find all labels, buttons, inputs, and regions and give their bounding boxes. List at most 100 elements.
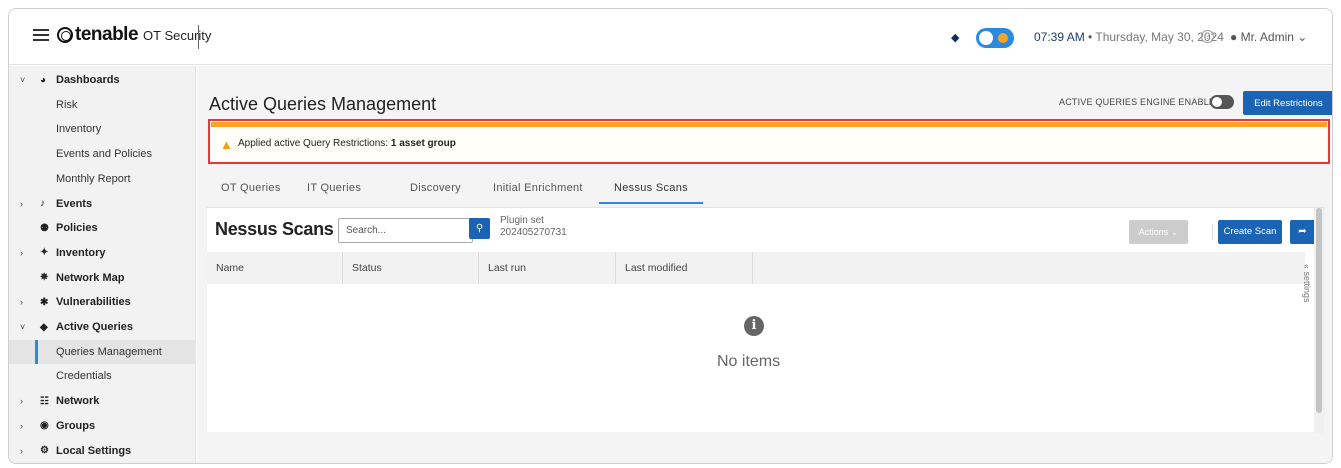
sidebar: ˅ ◕ Dashboards Risk Inventory Events and Poli…	[9, 66, 196, 463]
divider	[198, 25, 199, 49]
search-input[interactable]: Search...	[338, 218, 473, 243]
sidebar-item-credentials[interactable]: Credentials	[9, 364, 196, 388]
settings-icon: ⚙	[40, 445, 49, 456]
empty-state-text: No items	[717, 353, 781, 370]
plugin-set-label: Plugin set	[500, 215, 544, 226]
chevron-right-icon[interactable]: ›	[20, 297, 23, 307]
sidebar-item-label: Credentials	[56, 370, 112, 383]
export-icon[interactable]: ➦	[1290, 220, 1315, 244]
chevron-right-icon[interactable]: ›	[20, 248, 23, 258]
app-window: tenable OT Security ◆ 07:39 AM • Thursda…	[8, 8, 1333, 464]
sidebar-item-label: Inventory	[56, 246, 106, 259]
chevron-right-icon[interactable]: ›	[20, 199, 23, 209]
divider	[1212, 224, 1213, 240]
tab-it-queries[interactable]: IT Queries	[307, 174, 377, 204]
tab-discovery[interactable]: Discovery	[410, 174, 470, 204]
sidebar-item-local-settings[interactable]: › ⚙ Local Settings	[9, 439, 196, 463]
column-header-last-run[interactable]: Last run	[479, 252, 616, 284]
user-name: Mr. Admin	[1240, 30, 1294, 44]
chevron-right-icon[interactable]: ›	[20, 396, 23, 406]
sidebar-item-queries-management[interactable]: Queries Management	[9, 339, 196, 364]
chevron-right-icon[interactable]: ›	[20, 446, 23, 456]
tab-ot-queries[interactable]: OT Queries	[221, 174, 291, 204]
user-menu[interactable]: ● Mr. Admin ⌄	[1230, 30, 1307, 44]
main-content: Active Queries Management ACTIVE QUERIES…	[197, 66, 1332, 463]
top-bar: tenable OT Security ◆ 07:39 AM • Thursda…	[9, 9, 1332, 65]
sidebar-item-active-queries[interactable]: ˅ ◆ Active Queries	[9, 315, 196, 339]
tenable-logo-icon	[57, 27, 73, 43]
chevron-right-icon[interactable]: ›	[20, 421, 23, 431]
sidebar-item-label: Network	[56, 395, 100, 408]
column-header-status[interactable]: Status	[343, 252, 479, 284]
edit-restrictions-button[interactable]: Edit Restrictions	[1243, 91, 1332, 115]
sidebar-item-label: Queries Management	[56, 345, 162, 358]
sidebar-item-events-and-policies[interactable]: Events and Policies	[9, 142, 196, 166]
scrollbar-thumb[interactable]	[1316, 208, 1322, 413]
chevron-down-icon[interactable]: ˅	[20, 75, 25, 85]
user-icon: ●	[1230, 30, 1238, 44]
sidebar-item-vulnerabilities[interactable]: › ✱ Vulnerabilities	[9, 290, 196, 314]
engine-status-label: ACTIVE QUERIES ENGINE ENABLED	[1059, 97, 1222, 107]
info-icon: i	[744, 316, 764, 336]
sidebar-item-label: Inventory	[56, 123, 102, 136]
sidebar-item-label: Dashboards	[56, 74, 120, 86]
sidebar-item-label: Active Queries	[56, 321, 134, 333]
sidebar-item-label: Groups	[56, 419, 96, 432]
scans-panel: Nessus Scans Search... ⚲ Plugin set 2024…	[207, 207, 1324, 433]
sidebar-item-monthly-report[interactable]: Monthly Report	[9, 167, 196, 191]
table-header: Name Status Last run Last modified	[207, 252, 1305, 284]
sun-icon	[998, 33, 1008, 43]
tab-initial-enrichment[interactable]: Initial Enrichment	[493, 174, 593, 204]
highlight-box	[208, 119, 1330, 164]
dashboard-icon: ◕	[40, 74, 47, 86]
sidebar-item-label: Events	[56, 197, 93, 210]
sidebar-item-events[interactable]: › ♪ Events	[9, 192, 196, 216]
actions-button[interactable]: Actions ⌄	[1129, 220, 1188, 244]
menu-icon[interactable]	[33, 29, 49, 41]
tab-bar: OT Queries IT Queries Discovery Initial …	[209, 174, 1319, 204]
settings-label: « settings	[1302, 264, 1312, 303]
logo[interactable]: tenable OT Security	[57, 24, 211, 46]
sidebar-item-network-map[interactable]: ✵ Network Map	[9, 266, 196, 290]
time: 07:39 AM	[1034, 30, 1085, 44]
network-icon: ☷	[40, 395, 49, 407]
sidebar-item-label: Network Map	[56, 271, 125, 284]
actions-label: Actions	[1138, 227, 1169, 237]
plugin-set: Plugin set 202405270731	[500, 215, 567, 239]
create-scan-button[interactable]: Create Scan	[1218, 220, 1282, 244]
sidebar-item-label: Monthly Report	[56, 172, 131, 185]
shield-icon: ◆	[40, 321, 48, 333]
sidebar-item-inventory[interactable]: Inventory	[9, 117, 196, 141]
bell-icon: ♪	[40, 198, 45, 209]
sidebar-item-label: Events and Policies	[56, 148, 152, 161]
chevron-down-icon[interactable]: ˅	[20, 322, 25, 332]
column-header-last-modified[interactable]: Last modified	[616, 252, 753, 284]
toggle-knob	[979, 31, 993, 45]
column-header-name[interactable]: Name	[207, 252, 343, 284]
shield-status-icon[interactable]: ◆	[951, 31, 959, 44]
sidebar-item-label: Policies	[56, 222, 98, 235]
plugin-set-value: 202405270731	[500, 227, 567, 238]
network-map-icon: ✵	[40, 272, 49, 284]
scrollbar[interactable]	[1314, 208, 1324, 433]
sidebar-item-policies[interactable]: ⚉ Policies	[9, 216, 196, 240]
brand-name: tenable	[75, 24, 139, 45]
sidebar-item-groups[interactable]: › ◉ Groups	[9, 414, 196, 438]
theme-toggle[interactable]	[976, 28, 1014, 48]
search-icon[interactable]: ⚲	[469, 218, 490, 239]
sidebar-item-inventory[interactable]: › ✦ Inventory	[9, 241, 196, 265]
section-title: Nessus Scans	[215, 219, 334, 239]
clock: 07:39 AM • Thursday, May 30, 2024	[1034, 30, 1224, 44]
sidebar-item-network[interactable]: › ☷ Network	[9, 389, 196, 413]
sidebar-item-risk[interactable]: Risk	[9, 93, 196, 117]
help-icon[interactable]: ?	[1201, 30, 1214, 43]
page-title: Active Queries Management	[209, 94, 437, 114]
sidebar-item-label: Vulnerabilities	[56, 296, 131, 309]
sidebar-item-label: Local Settings	[56, 444, 132, 457]
engine-toggle[interactable]	[1210, 95, 1234, 109]
product-name: OT Security	[143, 27, 212, 43]
tab-nessus-scans[interactable]: Nessus Scans	[599, 174, 703, 204]
groups-icon: ◉	[40, 420, 49, 432]
sidebar-item-dashboards[interactable]: ˅ ◕ Dashboards	[9, 68, 196, 92]
clock-separator: •	[1088, 30, 1093, 44]
